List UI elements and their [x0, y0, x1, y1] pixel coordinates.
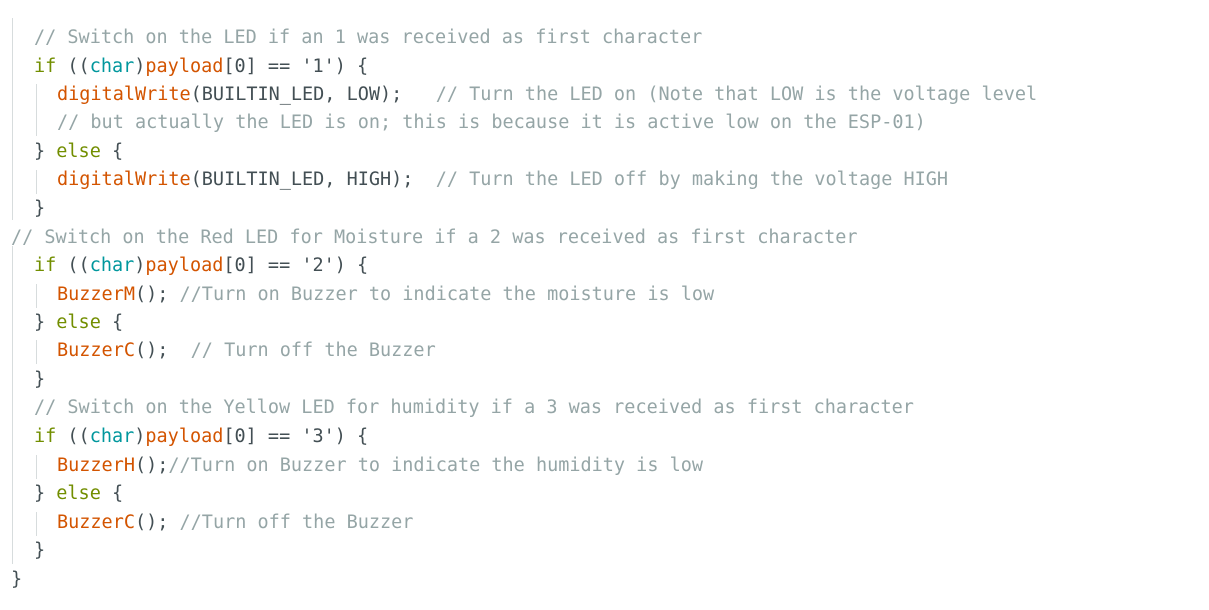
- code-token-plain: ((: [56, 56, 90, 77]
- indent-guide: [36, 170, 37, 194]
- code-token-plain: }: [34, 198, 46, 219]
- indent-guide: [12, 246, 13, 564]
- code-line-comment[interactable]: // but actually the LED is on; this is b…: [57, 109, 926, 137]
- code-token-plain: }: [34, 141, 57, 162]
- code-token-comment: //Turn off the Buzzer: [179, 512, 414, 533]
- code-token-plain: ();: [134, 512, 180, 533]
- code-token-func: payload: [145, 426, 224, 447]
- code-token-func: BuzzerM: [57, 284, 135, 305]
- indent-guide: [36, 284, 37, 308]
- code-token-comment: // Switch on the LED if an 1 was receive…: [34, 27, 703, 48]
- code-token-plain: ): [134, 56, 146, 77]
- code-token-func: BuzzerC: [57, 340, 135, 361]
- code-token-func: digitalWrite: [57, 169, 191, 190]
- code-line-call-statement[interactable]: BuzzerH();//Turn on Buzzer to indicate t…: [57, 452, 703, 480]
- code-token-plain: ): [134, 255, 146, 276]
- code-token-keyword: if: [34, 426, 57, 447]
- code-token-comment: // Turn the LED off by making the voltag…: [435, 169, 949, 190]
- code-token-plain: [0] == '3') {: [223, 426, 369, 447]
- code-line-if-statement[interactable]: if ((char)payload[0] == '1') {: [34, 53, 368, 81]
- code-editor[interactable]: // Switch on the LED if an 1 was receive…: [0, 0, 1209, 610]
- code-token-plain: }: [34, 369, 46, 390]
- code-line-else-statement[interactable]: } else {: [34, 480, 123, 508]
- indent-guide: [12, 18, 13, 220]
- code-line-closing-brace[interactable]: }: [11, 566, 22, 594]
- code-token-func: digitalWrite: [57, 84, 191, 105]
- code-token-plain: [0] == '1') {: [223, 56, 369, 77]
- code-line-else-statement[interactable]: } else {: [34, 138, 123, 166]
- code-token-comment: //Turn on Buzzer to indicate the humidit…: [168, 455, 704, 476]
- code-token-plain: }: [11, 569, 23, 590]
- code-token-keyword: else: [56, 141, 101, 162]
- code-token-plain: ();: [134, 455, 169, 476]
- code-line-call-statement[interactable]: digitalWrite(BUILTIN_LED, LOW); // Turn …: [57, 81, 1037, 109]
- code-token-type: char: [89, 426, 135, 447]
- code-line-call-statement[interactable]: BuzzerC(); //Turn off the Buzzer: [57, 509, 413, 537]
- code-token-plain: ): [134, 426, 146, 447]
- indent-guide: [36, 455, 37, 479]
- code-token-plain: ((: [56, 255, 90, 276]
- code-token-plain: ();: [134, 340, 191, 361]
- code-token-plain: {: [100, 483, 124, 504]
- code-token-func: BuzzerH: [57, 455, 135, 476]
- code-line-comment[interactable]: // Switch on the LED if an 1 was receive…: [34, 24, 702, 52]
- code-line-call-statement[interactable]: digitalWrite(BUILTIN_LED, HIGH); // Turn…: [57, 166, 948, 194]
- code-line-if-statement[interactable]: if ((char)payload[0] == '3') {: [34, 423, 368, 451]
- code-token-plain: ((: [56, 426, 90, 447]
- code-token-keyword: if: [34, 56, 57, 77]
- code-token-plain: [0] == '2') {: [223, 255, 369, 276]
- code-line-comment[interactable]: // Switch on the Red LED for Moisture if…: [11, 224, 857, 252]
- code-token-comment: //Turn on Buzzer to indicate the moistur…: [179, 284, 715, 305]
- code-line-else-statement[interactable]: } else {: [34, 309, 123, 337]
- code-token-keyword: else: [56, 483, 101, 504]
- code-token-func: BuzzerC: [57, 512, 135, 533]
- code-token-plain: ();: [134, 284, 180, 305]
- code-token-comment: // Turn off the Buzzer: [190, 340, 436, 361]
- code-line-closing-brace[interactable]: }: [34, 366, 45, 394]
- code-token-func: payload: [145, 255, 224, 276]
- indent-guide: [36, 512, 37, 536]
- code-token-comment: // Switch on the Yellow LED for humidity…: [34, 397, 914, 418]
- code-token-plain: }: [34, 540, 46, 561]
- code-line-closing-brace[interactable]: }: [34, 195, 45, 223]
- code-token-comment: // Turn the LED on (Note that LOW is the…: [435, 84, 1038, 105]
- indent-guide: [36, 84, 37, 136]
- code-line-call-statement[interactable]: BuzzerM(); //Turn on Buzzer to indicate …: [57, 281, 714, 309]
- code-token-type: char: [89, 56, 135, 77]
- code-token-plain: {: [100, 312, 124, 333]
- code-token-keyword: else: [56, 312, 101, 333]
- code-token-func: payload: [145, 56, 224, 77]
- indent-guide: [36, 340, 37, 364]
- code-token-plain: }: [34, 483, 57, 504]
- code-line-closing-brace[interactable]: }: [34, 537, 45, 565]
- code-token-plain: (BUILTIN_LED, HIGH);: [190, 169, 436, 190]
- code-token-keyword: if: [34, 255, 57, 276]
- code-token-plain: {: [100, 141, 124, 162]
- code-token-plain: }: [34, 312, 57, 333]
- code-token-type: char: [89, 255, 135, 276]
- code-token-comment: // Switch on the Red LED for Moisture if…: [11, 227, 858, 248]
- code-token-comment: // but actually the LED is on; this is b…: [57, 112, 926, 133]
- code-token-plain: (BUILTIN_LED, LOW);: [190, 84, 436, 105]
- code-line-if-statement[interactable]: if ((char)payload[0] == '2') {: [34, 252, 368, 280]
- code-line-comment[interactable]: // Switch on the Yellow LED for humidity…: [34, 394, 914, 422]
- code-line-call-statement[interactable]: BuzzerC(); // Turn off the Buzzer: [57, 337, 436, 365]
